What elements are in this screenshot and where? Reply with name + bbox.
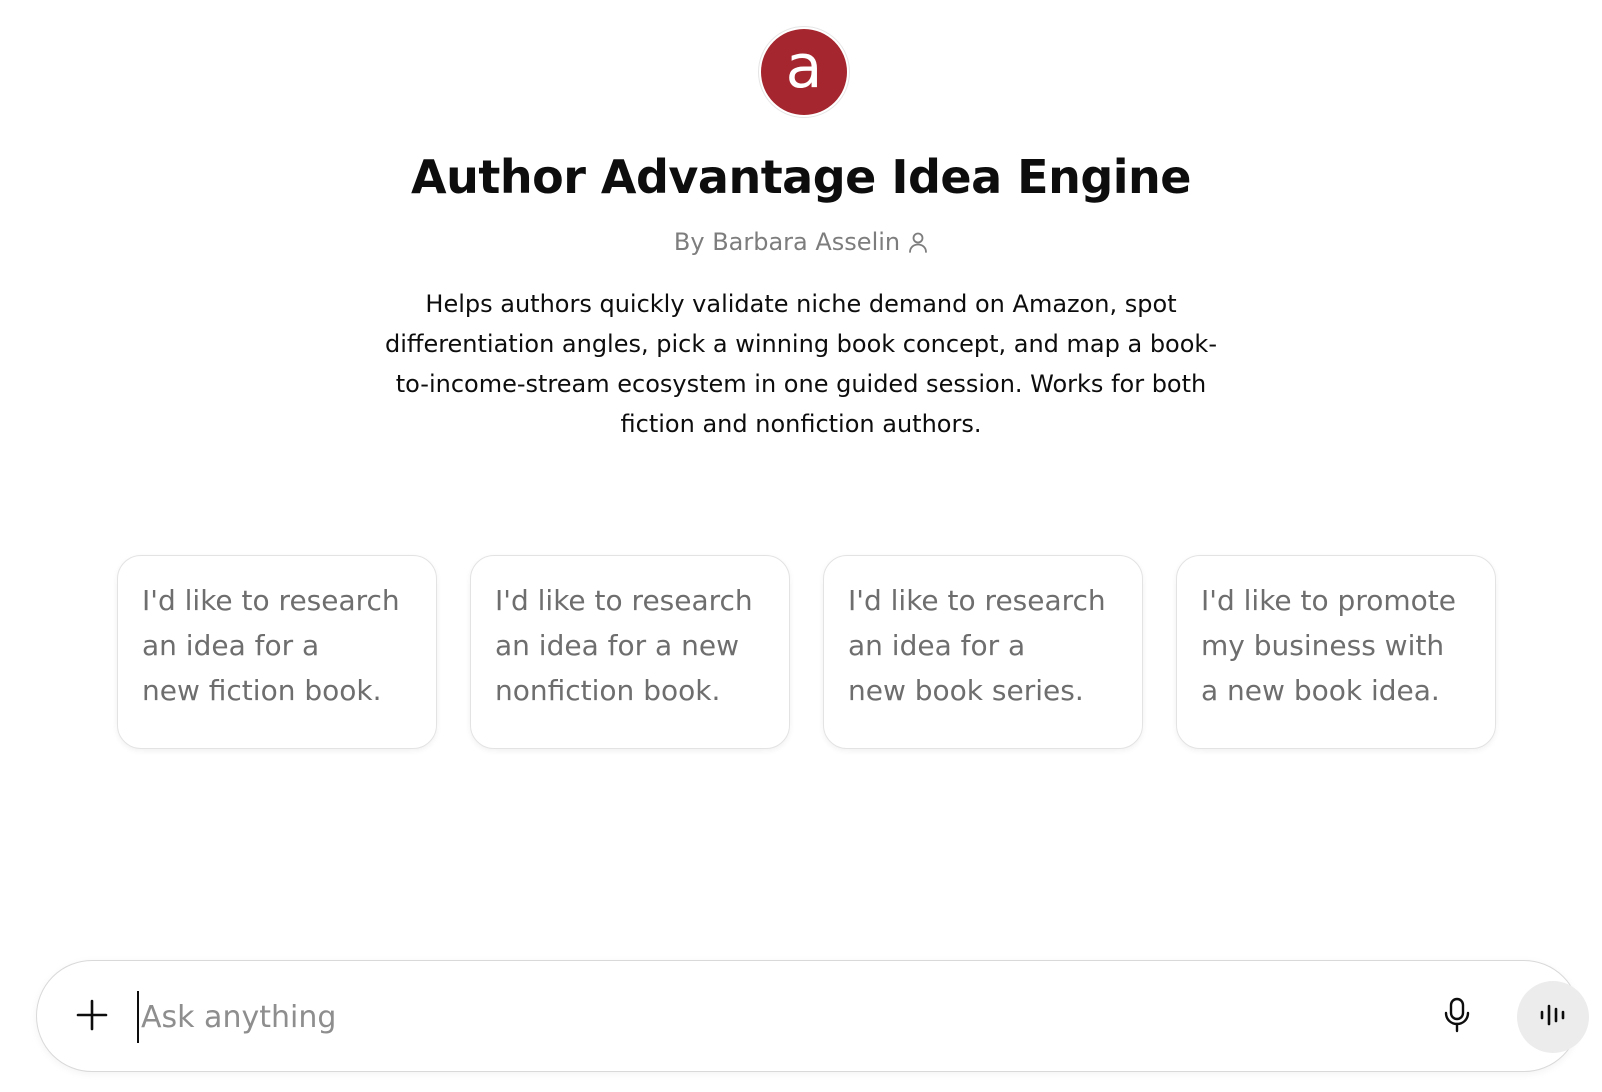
gpt-logo-letter: a: [761, 29, 847, 115]
starter-card-business[interactable]: I'd like to promote my business with a n…: [1176, 555, 1496, 749]
author-name: By Barbara Asselin: [673, 228, 901, 256]
microphone-icon: [1443, 997, 1471, 1037]
prompt-input[interactable]: [137, 991, 1337, 1043]
starter-card-fiction[interactable]: I'd like to research an idea for a new f…: [117, 555, 437, 749]
voice-waveform-icon: [1538, 1002, 1568, 1032]
dictate-button[interactable]: [1433, 993, 1481, 1041]
gpt-byline[interactable]: By Barbara Asselin: [0, 228, 1602, 256]
gpt-description: Helps authors quickly validate niche dem…: [385, 290, 1217, 438]
composer: [36, 960, 1589, 1072]
voice-mode-button[interactable]: [1517, 981, 1589, 1053]
attach-button[interactable]: [67, 992, 117, 1042]
gpt-title: Author Advantage Idea Engine: [411, 150, 1191, 204]
plus-icon: [75, 998, 109, 1036]
starter-card-nonfiction[interactable]: I'd like to research an idea for a new n…: [470, 555, 790, 749]
gpt-avatar: a: [758, 26, 850, 118]
conversation-starters: I'd like to research an idea for a new f…: [117, 555, 1497, 749]
person-icon: [908, 231, 928, 253]
gpt-home-screen: a Author Advantage Idea Engine By Barbar…: [0, 0, 1602, 1092]
starter-card-series[interactable]: I'd like to research an idea for a new b…: [823, 555, 1143, 749]
